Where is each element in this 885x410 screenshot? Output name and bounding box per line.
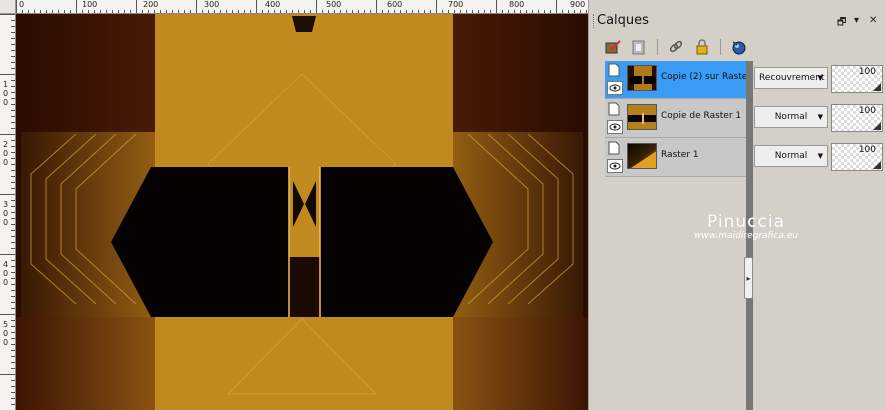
layers-palette: Calques 🗗 ▾ ✕ Copie (2) sur Raster Copie…: [588, 0, 885, 410]
ruler-label: 100: [82, 0, 98, 9]
toolbar-separator: [657, 39, 658, 55]
ruler-label: 800: [509, 0, 525, 9]
palette-title: Calques: [597, 13, 649, 28]
ruler-ticks: [16, 0, 587, 13]
lock-icon[interactable]: [692, 38, 712, 56]
layer-controls: [607, 63, 624, 97]
layer-name[interactable]: Copie (2) sur Raster: [661, 72, 751, 82]
opacity-value: 100: [858, 67, 876, 77]
ruler-label: 3 0 0: [3, 200, 9, 227]
layers-toolbar: [603, 37, 749, 57]
vertical-ruler[interactable]: 1 0 0 2 0 0 3 0 0 4 0 0 5 0 0: [0, 14, 16, 410]
watermark-url: www.maidiregrafica.eu: [694, 231, 798, 241]
layer-row[interactable]: Raster 1: [605, 139, 747, 177]
blend-mode-select[interactable]: Recouvrement ▼: [754, 67, 828, 89]
layer-controls: [607, 141, 624, 175]
watermark: Pinuccia www.maidiregrafica.eu: [676, 212, 816, 241]
ruler-label: 4 0 0: [3, 260, 9, 287]
visibility-globe-icon[interactable]: [729, 38, 749, 56]
ruler-label: 400: [265, 0, 281, 9]
ruler-label: 200: [143, 0, 159, 9]
layer-document-icon: [608, 102, 620, 116]
image-canvas[interactable]: [16, 14, 588, 410]
blend-mode-value: Normal: [774, 112, 808, 122]
layer-row[interactable]: Copie de Raster 1: [605, 100, 747, 138]
ruler-label: 900: [570, 0, 586, 9]
layers-list: Copie (2) sur Raster Copie de Raster 1 R…: [605, 61, 751, 177]
layer-row[interactable]: Copie (2) sur Raster: [605, 61, 751, 99]
ruler-label: 2 0 0: [3, 140, 9, 167]
scroll-handle[interactable]: ▸: [744, 257, 753, 299]
close-icon[interactable]: ✕: [869, 15, 877, 26]
new-raster-layer-icon[interactable]: [603, 38, 623, 56]
link-icon[interactable]: [666, 38, 686, 56]
layer-controls: [607, 102, 624, 136]
blend-mode-value: Recouvrement: [759, 73, 825, 83]
blend-mode-select[interactable]: Normal ▼: [754, 106, 828, 128]
visibility-eye-icon[interactable]: [607, 159, 623, 173]
chevron-down-icon: ▼: [817, 113, 823, 121]
visibility-eye-icon[interactable]: [607, 120, 623, 134]
ruler-label: 5 0 0: [3, 320, 9, 347]
palette-menu-icon[interactable]: ▾: [854, 15, 859, 26]
watermark-name: Pinuccia: [707, 212, 785, 232]
ruler-label: 300: [204, 0, 220, 9]
artwork: [16, 14, 588, 410]
opacity-value: 100: [858, 145, 876, 155]
layer-thumbnail: [627, 104, 657, 130]
layer-document-icon: [608, 63, 620, 77]
layer-thumbnail: [627, 65, 657, 91]
ruler-label: 600: [387, 0, 403, 9]
opacity-field[interactable]: 100: [831, 65, 883, 93]
layer-thumbnail: [627, 143, 657, 169]
new-mask-icon[interactable]: [629, 38, 649, 56]
opacity-value: 100: [858, 106, 876, 116]
ruler-corner: [0, 0, 16, 14]
chevron-down-icon: ▼: [817, 74, 823, 82]
ruler-label: 700: [448, 0, 464, 9]
ruler-label: 500: [326, 0, 342, 9]
opacity-slider-icon: [873, 161, 881, 169]
layer-name[interactable]: Copie de Raster 1: [661, 111, 741, 121]
toolbar-separator: [720, 39, 721, 55]
ruler-label: 0: [19, 0, 25, 9]
layer-document-icon: [608, 141, 620, 155]
restore-window-icon[interactable]: 🗗: [837, 15, 846, 32]
opacity-slider-icon: [873, 83, 881, 91]
layer-name[interactable]: Raster 1: [661, 150, 699, 160]
ruler-label: 1 0 0: [3, 80, 9, 107]
opacity-slider-icon: [873, 122, 881, 130]
visibility-eye-icon[interactable]: [607, 81, 623, 95]
blend-mode-value: Normal: [774, 151, 808, 161]
blend-mode-select[interactable]: Normal ▼: [754, 145, 828, 167]
opacity-field[interactable]: 100: [831, 104, 883, 132]
opacity-field[interactable]: 100: [831, 143, 883, 171]
chevron-down-icon: ▼: [817, 152, 823, 160]
horizontal-ruler[interactable]: 0 100 200 300 400 500 600 700 800 900: [16, 0, 588, 14]
